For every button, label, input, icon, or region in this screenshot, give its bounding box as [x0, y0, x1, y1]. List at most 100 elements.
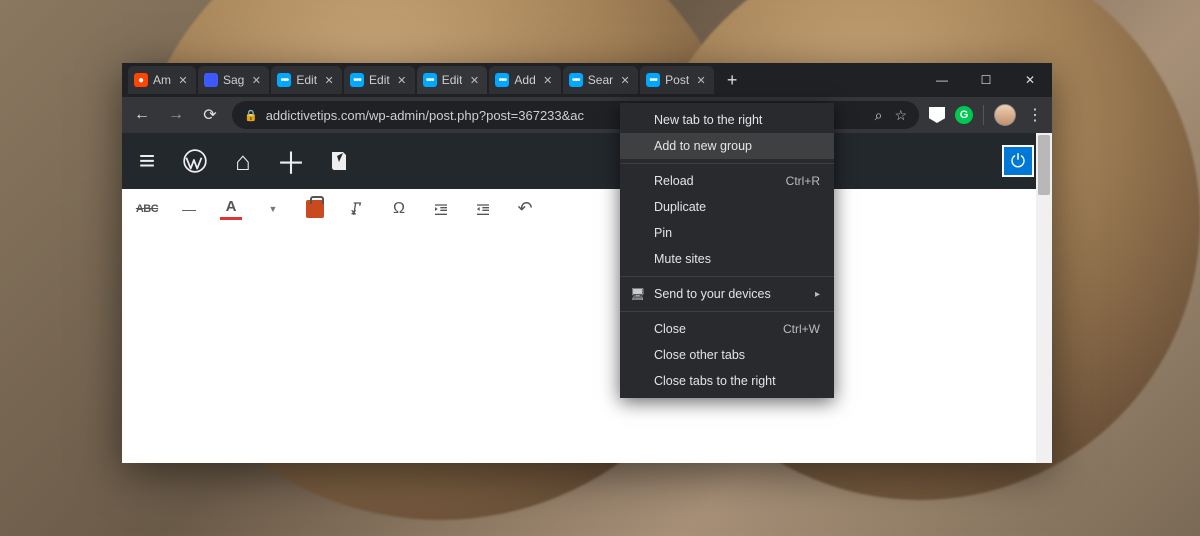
submenu-arrow-icon: ▸	[815, 289, 820, 300]
power-button[interactable]: ⏻	[1002, 145, 1034, 177]
ctx-new-tab-right[interactable]: New tab to the right	[620, 107, 834, 133]
clear-formatting-button[interactable]	[346, 198, 368, 220]
ctx-close-other-tabs[interactable]: Close other tabs	[620, 342, 834, 368]
titlebar: ● Am ✕ Sag ✕ ••• Edit ✕ ••• Edit ✕ •••	[122, 63, 1052, 97]
addictivetips-icon: •••	[646, 73, 660, 87]
tab-edit-2[interactable]: ••• Edit ✕	[344, 66, 415, 94]
close-icon[interactable]: ✕	[694, 73, 708, 87]
paste-button[interactable]	[304, 198, 326, 220]
tab-title: Am	[153, 73, 171, 87]
ctx-label: Add to new group	[654, 139, 752, 153]
close-icon[interactable]: ✕	[176, 73, 190, 87]
reddit-icon: ●	[134, 73, 148, 87]
addictivetips-icon: •••	[569, 73, 583, 87]
wordpress-logo-icon[interactable]	[182, 148, 208, 174]
tab-title: Sear	[588, 73, 613, 87]
ctx-reload[interactable]: Reload Ctrl+R	[620, 168, 834, 194]
ctx-separator	[620, 163, 834, 164]
address-bar: ← → ⟳ 🔒 addictivetips.com/wp-admin/post.…	[122, 97, 1052, 133]
scrollbar[interactable]: ▲	[1036, 133, 1052, 463]
addictivetips-icon: •••	[495, 73, 509, 87]
scrollbar-thumb[interactable]	[1038, 135, 1050, 195]
tab-context-menu: New tab to the right Add to new group Re…	[620, 103, 834, 398]
ctx-close-tabs-right[interactable]: Close tabs to the right	[620, 368, 834, 394]
bookmark-star-icon[interactable]: ☆	[894, 107, 907, 124]
divider	[983, 105, 984, 125]
close-window-button[interactable]: ✕	[1008, 63, 1052, 97]
ctx-label: Mute sites	[654, 252, 711, 266]
grammarly-extension-icon[interactable]: G	[955, 106, 973, 124]
minimize-button[interactable]: —	[920, 63, 964, 97]
profile-avatar[interactable]	[994, 104, 1016, 126]
forward-button[interactable]: →	[164, 103, 188, 127]
text-color-dropdown[interactable]: ▼	[262, 198, 284, 220]
ctx-pin[interactable]: Pin	[620, 220, 834, 246]
yoast-icon[interactable]	[326, 148, 352, 174]
close-icon[interactable]: ✕	[249, 73, 263, 87]
undo-button[interactable]: ↶	[514, 198, 536, 220]
page-content: ≡ ⌂ ＋ ⏻ ABC — A ▼ Ω	[122, 133, 1052, 463]
window-controls: — ☐ ✕	[920, 63, 1052, 97]
devices-icon: 🖥	[630, 287, 645, 301]
outdent-button[interactable]	[430, 198, 452, 220]
search-icon[interactable]: ⌕	[875, 107, 883, 124]
close-icon[interactable]: ✕	[467, 73, 481, 87]
ctx-shortcut: Ctrl+W	[783, 322, 820, 336]
ctx-close[interactable]: Close Ctrl+W	[620, 316, 834, 342]
addictivetips-icon: •••	[350, 73, 364, 87]
tab-post[interactable]: ••• Post ✕	[640, 66, 714, 94]
ctx-separator	[620, 311, 834, 312]
ctx-duplicate[interactable]: Duplicate	[620, 194, 834, 220]
reload-button[interactable]: ⟳	[198, 103, 222, 127]
tab-strip: ● Am ✕ Sag ✕ ••• Edit ✕ ••• Edit ✕ •••	[122, 63, 920, 97]
close-icon[interactable]: ✕	[618, 73, 632, 87]
tab-title: Edit	[296, 73, 317, 87]
tag-extension-icon[interactable]	[929, 107, 945, 123]
ctx-label: Pin	[654, 226, 672, 240]
sage-icon	[204, 73, 218, 87]
ctx-label: Send to your devices	[654, 287, 771, 301]
ctx-mute-sites[interactable]: Mute sites	[620, 246, 834, 272]
close-icon[interactable]: ✕	[395, 73, 409, 87]
tab-title: Sag	[223, 73, 244, 87]
new-tab-button[interactable]: +	[720, 68, 744, 92]
close-icon[interactable]: ✕	[541, 73, 555, 87]
home-icon[interactable]: ⌂	[230, 148, 256, 174]
ctx-send-to-devices[interactable]: 🖥 Send to your devices ▸	[620, 281, 834, 307]
hamburger-icon[interactable]: ≡	[134, 148, 160, 174]
spellcheck-button[interactable]: ABC	[136, 198, 158, 220]
back-button[interactable]: ←	[130, 103, 154, 127]
tab-title: Edit	[442, 73, 463, 87]
maximize-button[interactable]: ☐	[964, 63, 1008, 97]
indent-button[interactable]	[472, 198, 494, 220]
tab-edit-3[interactable]: ••• Edit ✕	[417, 66, 488, 94]
horizontal-rule-button[interactable]: —	[178, 198, 200, 220]
tab-title: Add	[514, 73, 535, 87]
ctx-label: New tab to the right	[654, 113, 762, 127]
tab-title: Post	[665, 73, 689, 87]
tab-edit-1[interactable]: ••• Edit ✕	[271, 66, 342, 94]
ctx-label: Reload	[654, 174, 694, 188]
editor-toolbar: ABC — A ▼ Ω ↶	[122, 189, 1052, 229]
ctx-label: Close tabs to the right	[654, 374, 776, 388]
extension-icons: G ⋮	[929, 104, 1044, 126]
ctx-label: Close	[654, 322, 686, 336]
browser-menu-button[interactable]: ⋮	[1026, 105, 1044, 125]
ctx-separator	[620, 276, 834, 277]
add-new-icon[interactable]: ＋	[278, 148, 304, 174]
ctx-add-to-new-group[interactable]: Add to new group	[620, 133, 834, 159]
close-icon[interactable]: ✕	[322, 73, 336, 87]
wordpress-admin-bar: ≡ ⌂ ＋ ⏻	[122, 133, 1052, 189]
tab-sage[interactable]: Sag ✕	[198, 66, 269, 94]
ctx-shortcut: Ctrl+R	[786, 174, 820, 188]
tab-add[interactable]: ••• Add ✕	[489, 66, 560, 94]
special-character-button[interactable]: Ω	[388, 198, 410, 220]
text-color-button[interactable]: A	[220, 198, 242, 220]
lock-icon: 🔒	[244, 109, 258, 122]
tab-search[interactable]: ••• Sear ✕	[563, 66, 638, 94]
tab-title: Edit	[369, 73, 390, 87]
tab-reddit[interactable]: ● Am ✕	[128, 66, 196, 94]
addictivetips-icon: •••	[277, 73, 291, 87]
ctx-label: Duplicate	[654, 200, 706, 214]
addictivetips-icon: •••	[423, 73, 437, 87]
